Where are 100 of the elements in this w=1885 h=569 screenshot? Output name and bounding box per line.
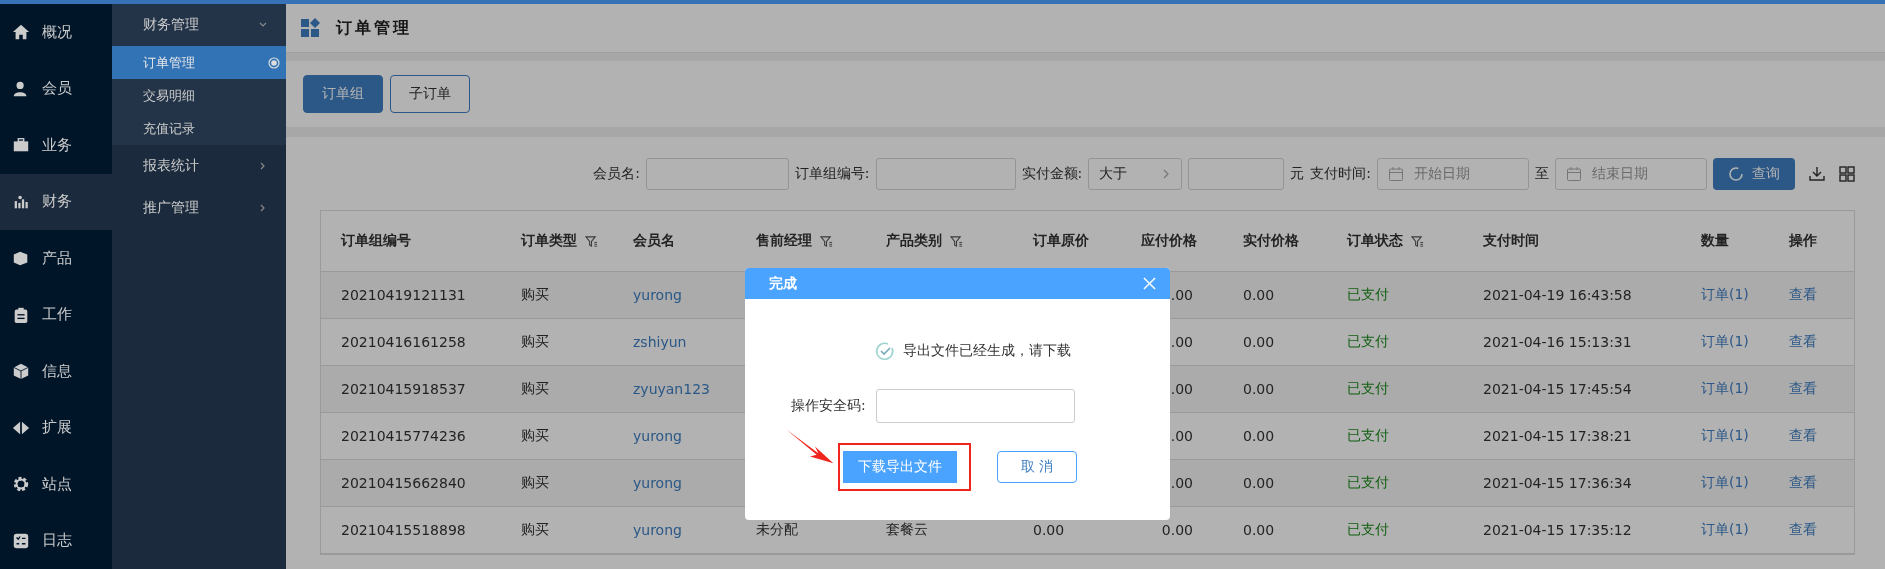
- table-cell: 20210415918537: [341, 381, 466, 397]
- table-cell: 已支付: [1347, 380, 1389, 396]
- table-cell: 购买: [521, 474, 549, 490]
- table-cell: 已支付: [1347, 474, 1389, 490]
- table-link[interactable]: 订单(1): [1701, 286, 1749, 302]
- table-link[interactable]: 查看: [1789, 521, 1817, 537]
- filter-icon[interactable]: [1411, 234, 1424, 248]
- range-separator: 至: [1535, 164, 1549, 183]
- sidebar-item[interactable]: 站点: [0, 456, 112, 513]
- column-header: 数量: [1700, 232, 1730, 250]
- start-date-field[interactable]: 开始日期: [1377, 157, 1529, 190]
- sidebar-label: 日志: [42, 531, 72, 551]
- table-link[interactable]: 订单(1): [1701, 521, 1749, 537]
- sidebar-item[interactable]: 产品: [0, 230, 112, 287]
- tab[interactable]: 订单组: [303, 75, 383, 113]
- submenu-item[interactable]: 订单管理: [112, 46, 286, 79]
- table-link[interactable]: 查看: [1789, 333, 1817, 349]
- submenu-group[interactable]: 财务管理: [112, 4, 286, 46]
- sidebar-item[interactable]: 扩展: [0, 399, 112, 456]
- table-link[interactable]: yurong: [633, 522, 682, 538]
- column-header: 售前经理: [736, 232, 866, 250]
- table-cell: 2021-04-15 17:36:34: [1483, 475, 1632, 491]
- table-link[interactable]: yurong: [633, 287, 682, 303]
- sidebar-item[interactable]: 概况: [0, 4, 112, 61]
- table-link[interactable]: 订单(1): [1701, 474, 1749, 490]
- table-link[interactable]: yurong: [633, 475, 682, 491]
- table-link[interactable]: zyuyan123: [633, 381, 710, 397]
- tab[interactable]: 子订单: [390, 75, 470, 113]
- submenu-group[interactable]: 报表统计: [112, 145, 286, 187]
- download-icon[interactable]: [1809, 165, 1825, 182]
- submenu-item[interactable]: 充值记录: [112, 112, 286, 145]
- column-header: 会员名: [632, 232, 676, 250]
- table-cell: 20210415774236: [341, 428, 466, 444]
- group-number-input[interactable]: [875, 157, 1016, 190]
- table-cell: 购买: [521, 286, 549, 302]
- column-header: 订单状态: [1327, 232, 1463, 250]
- sidebar-item[interactable]: 日志: [0, 512, 112, 569]
- download-button[interactable]: 下载导出文件: [843, 451, 957, 483]
- cancel-button[interactable]: 取 消: [997, 451, 1077, 483]
- table-cell: 0.00: [1033, 522, 1065, 538]
- search-button[interactable]: 查询: [1713, 157, 1795, 190]
- table-cell: 已支付: [1347, 333, 1389, 349]
- member-input[interactable]: [645, 157, 789, 190]
- cube-icon: [12, 362, 30, 381]
- sidebar-item[interactable]: 信息: [0, 343, 112, 400]
- home-icon: [12, 23, 30, 42]
- comparison-select[interactable]: 大于: [1088, 157, 1183, 190]
- refresh-icon: [1728, 165, 1744, 182]
- column-header: 支付时间: [1482, 232, 1540, 250]
- table-cell: 20210419121131: [341, 287, 466, 303]
- table-link[interactable]: 查看: [1789, 286, 1817, 302]
- table-link[interactable]: 查看: [1789, 474, 1817, 490]
- table-cell: 0.00: [1243, 381, 1275, 397]
- dashboard-icon: [300, 18, 320, 38]
- sidebar-item[interactable]: 工作: [0, 286, 112, 343]
- sidebar-item[interactable]: 业务: [0, 117, 112, 174]
- amount-input[interactable]: [1188, 157, 1285, 190]
- check-circle-icon: [874, 341, 895, 361]
- table-cell: 2021-04-15 17:45:54: [1483, 381, 1632, 397]
- security-code-input[interactable]: [875, 389, 1075, 423]
- filter-label: 订单组编号:: [794, 164, 870, 183]
- grid-icon[interactable]: [1839, 165, 1855, 182]
- table-cell: 已支付: [1347, 286, 1389, 302]
- sidebar-label: 站点: [42, 474, 72, 494]
- table-cell: 已支付: [1347, 521, 1389, 537]
- table-cell: 2021-04-16 15:13:31: [1483, 334, 1632, 350]
- table-link[interactable]: 订单(1): [1701, 380, 1749, 396]
- calendar-icon: [1566, 165, 1582, 182]
- table-cell: 购买: [521, 427, 549, 443]
- table-link[interactable]: 订单(1): [1701, 427, 1749, 443]
- table-cell: 购买: [521, 333, 549, 349]
- filter-label: 会员名:: [593, 164, 640, 183]
- end-date-field[interactable]: 结束日期: [1555, 157, 1707, 190]
- table-cell: 已支付: [1347, 427, 1389, 443]
- table-link[interactable]: 查看: [1789, 380, 1817, 396]
- table-cell: 0.00: [1243, 287, 1275, 303]
- sidebar-label: 工作: [42, 305, 72, 325]
- column-header: 实付价格: [1242, 232, 1300, 250]
- sidebar-label: 概况: [42, 22, 72, 42]
- table-cell: 20210416161258: [341, 334, 466, 350]
- filter-icon[interactable]: [820, 234, 833, 248]
- table-cell: 20210415518898: [341, 522, 466, 538]
- table-cell: 购买: [521, 521, 549, 537]
- table-link[interactable]: 查看: [1789, 427, 1817, 443]
- table-cell: 未分配: [756, 521, 798, 537]
- sidebar-item[interactable]: 财务: [0, 173, 112, 230]
- filter-icon[interactable]: [585, 234, 598, 248]
- column-header: 产品类别: [866, 232, 1013, 250]
- submenu-item[interactable]: 交易明细: [112, 79, 286, 112]
- sidebar-item[interactable]: 会员: [0, 60, 112, 117]
- table-link[interactable]: 订单(1): [1701, 333, 1749, 349]
- table-link[interactable]: zshiyun: [633, 334, 687, 350]
- sidebar-label: 产品: [42, 248, 72, 268]
- sidebar-label: 扩展: [42, 418, 72, 438]
- filter-icon[interactable]: [950, 234, 963, 248]
- table-link[interactable]: yurong: [633, 428, 682, 444]
- table-cell: .00: [1170, 381, 1193, 397]
- submenu-group[interactable]: 推广管理: [112, 187, 286, 229]
- close-icon[interactable]: [1143, 277, 1156, 290]
- table-cell: 套餐云: [886, 521, 928, 537]
